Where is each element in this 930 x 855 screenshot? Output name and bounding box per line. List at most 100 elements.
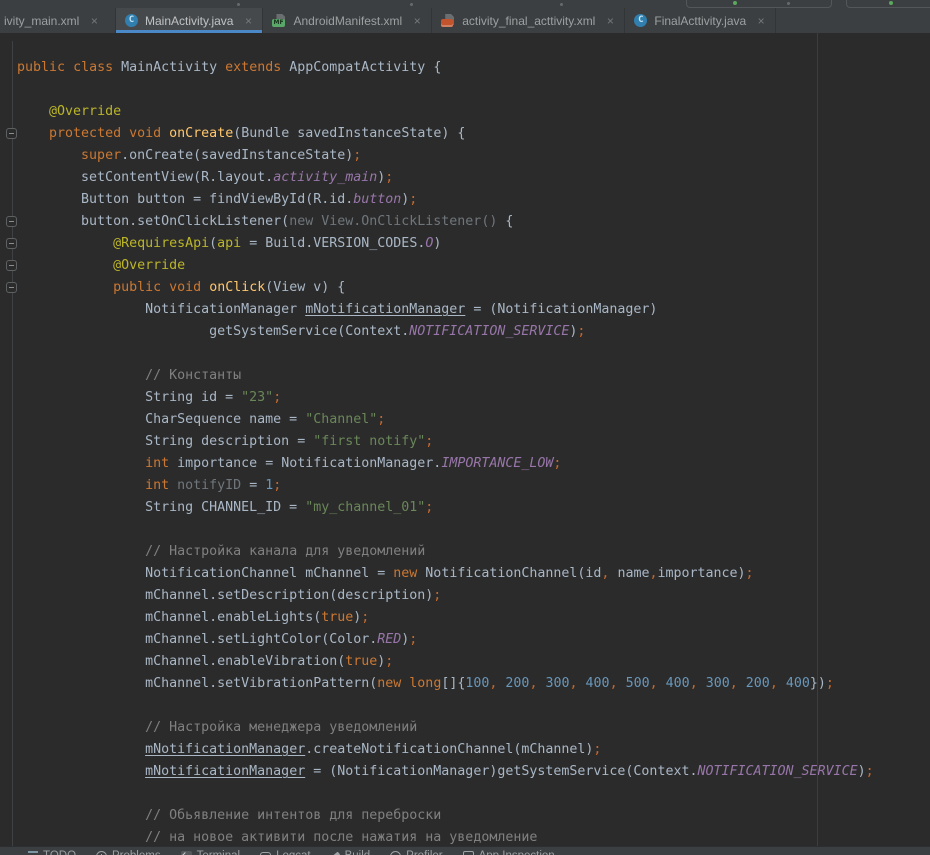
- code-token: @Override: [49, 104, 121, 119]
- code-token: [17, 830, 145, 845]
- toolwindow-label: Build: [345, 850, 371, 855]
- code-token: 400: [666, 676, 690, 691]
- code-line-9[interactable]: @RequiresApi(api = Build.VERSION_CODES.O…: [17, 233, 874, 255]
- tab-close-icon[interactable]: ×: [243, 15, 253, 27]
- editor-tab-FinalActtivity.java[interactable]: CFinalActtivity.java×: [625, 8, 776, 33]
- toolwindow-button-app-inspection[interactable]: App Inspection: [463, 850, 555, 855]
- code-line-24[interactable]: NotificationChannel mChannel = new Notif…: [17, 563, 874, 585]
- tab-label: MainActivity.java: [145, 14, 233, 28]
- code-line-6[interactable]: setContentView(R.layout.activity_main);: [17, 167, 874, 189]
- profiler-icon: [390, 851, 401, 855]
- code-line-20[interactable]: int notifyID = 1;: [17, 475, 874, 497]
- layout-xml-file-icon: [441, 14, 455, 27]
- editor-tab-MainActivity.java[interactable]: CMainActivity.java×: [116, 8, 263, 33]
- code-line-10[interactable]: @Override: [17, 255, 874, 277]
- code-fold-marker[interactable]: [6, 216, 17, 227]
- code-line-35[interactable]: // Обьявление интентов для переброски: [17, 805, 874, 827]
- toolwindow-button-profiler[interactable]: Profiler: [390, 850, 442, 855]
- code-token: = (NotificationManager)getSystemService(…: [305, 764, 697, 779]
- code-line-3[interactable]: @Override: [17, 101, 874, 123]
- code-line-21[interactable]: String CHANNEL_ID = "my_channel_01";: [17, 497, 874, 519]
- editor-tab-activity_final_acttivity.xml[interactable]: activity_final_acttivity.xml×: [432, 8, 625, 33]
- code-line-5[interactable]: super.onCreate(savedInstanceState);: [17, 145, 874, 167]
- code-token: ;: [425, 500, 433, 515]
- code-line-28[interactable]: mChannel.enableVibration(true);: [17, 651, 874, 673]
- code-fold-marker[interactable]: [6, 282, 17, 293]
- code-token: void: [169, 280, 201, 295]
- code-token: // на новое активити после нажатия на ув…: [145, 830, 537, 845]
- code-line-30[interactable]: [17, 695, 874, 717]
- device-selector-button[interactable]: [846, 0, 930, 8]
- code-line-32[interactable]: mNotificationManager.createNotificationC…: [17, 739, 874, 761]
- toolwindow-label: Problems: [112, 850, 161, 855]
- code-token: [161, 126, 169, 141]
- code-line-19[interactable]: int importance = NotificationManager.IMP…: [17, 453, 874, 475]
- code-line-12[interactable]: NotificationManager mNotificationManager…: [17, 299, 874, 321]
- toolwindow-button-logcat[interactable]: Logcat: [260, 850, 311, 855]
- code-line-33[interactable]: mNotificationManager = (NotificationMana…: [17, 761, 874, 783]
- toolwindow-button-problems[interactable]: Problems: [96, 850, 161, 855]
- code-token: ;: [433, 588, 441, 603]
- code-line-7[interactable]: Button button = findViewById(R.id.button…: [17, 189, 874, 211]
- code-line-25[interactable]: mChannel.setDescription(description);: [17, 585, 874, 607]
- code-token: mChannel.setVibrationPattern(: [17, 676, 377, 691]
- editor-tab-ivity_main.xml[interactable]: ivity_main.xml×: [0, 8, 116, 33]
- tab-close-icon[interactable]: ×: [605, 15, 615, 27]
- code-token: void: [129, 126, 161, 141]
- editor-tab-AndroidManifest.xml[interactable]: MFAndroidManifest.xml×: [263, 8, 432, 33]
- code-token: 300: [545, 676, 569, 691]
- toolwindow-label: Profiler: [406, 850, 442, 855]
- code-line-26[interactable]: mChannel.enableLights(true);: [17, 607, 874, 629]
- code-line-1[interactable]: public class MainActivity extends AppCom…: [17, 57, 874, 79]
- code-line-4[interactable]: protected void onCreate(Bundle savedInst…: [17, 123, 874, 145]
- code-line-8[interactable]: button.setOnClickListener(new View.OnCli…: [17, 211, 874, 233]
- code-token: [578, 676, 586, 691]
- code-token: =: [241, 478, 265, 493]
- toolwindow-button-build[interactable]: Build: [331, 850, 371, 855]
- code-line-16[interactable]: String id = "23";: [17, 387, 874, 409]
- code-token: [17, 544, 145, 559]
- code-token: true: [321, 610, 353, 625]
- code-token: mChannel.setDescription(description): [17, 588, 433, 603]
- code-token: NotificationChannel mChannel =: [17, 566, 393, 581]
- code-token: ;: [273, 478, 281, 493]
- code-line-27[interactable]: mChannel.setLightColor(Color.RED);: [17, 629, 874, 651]
- code-token: extends: [225, 60, 281, 75]
- code-line-11[interactable]: public void onClick(View v) {: [17, 277, 874, 299]
- code-line-14[interactable]: [17, 343, 874, 365]
- code-token: [698, 676, 706, 691]
- tab-close-icon[interactable]: ×: [89, 15, 99, 27]
- code-token: 100: [465, 676, 489, 691]
- code-line-23[interactable]: // Настройка канала для уведомлений: [17, 541, 874, 563]
- code-line-18[interactable]: String description = "first notify";: [17, 431, 874, 453]
- code-token: (: [209, 236, 217, 251]
- run-configuration-button[interactable]: [686, 0, 832, 8]
- code-token: AppCompatActivity {: [281, 60, 441, 75]
- code-line-17[interactable]: CharSequence name = "Channel";: [17, 409, 874, 431]
- code-fold-marker[interactable]: [6, 238, 17, 249]
- code-line-22[interactable]: [17, 519, 874, 541]
- code-token: [17, 126, 49, 141]
- code-line-36[interactable]: // на новое активити после нажатия на ув…: [17, 827, 874, 846]
- code-line-2[interactable]: [17, 79, 874, 101]
- code-area[interactable]: public class MainActivity extends AppCom…: [17, 57, 874, 846]
- code-fold-marker[interactable]: [6, 260, 17, 271]
- code-token: "23": [241, 390, 273, 405]
- code-token: ;: [385, 654, 393, 669]
- code-line-13[interactable]: getSystemService(Context.NOTIFICATION_SE…: [17, 321, 874, 343]
- tab-close-icon[interactable]: ×: [412, 15, 422, 27]
- toolwindow-button-terminal[interactable]: Terminal: [181, 850, 240, 855]
- tab-close-icon[interactable]: ×: [756, 15, 766, 27]
- code-line-34[interactable]: [17, 783, 874, 805]
- code-line-29[interactable]: mChannel.setVibrationPattern(new long[]{…: [17, 673, 874, 695]
- code-fold-marker[interactable]: [6, 128, 17, 139]
- toolwindow-label: Terminal: [197, 850, 240, 855]
- code-token: String description =: [17, 434, 313, 449]
- code-token: ;: [577, 324, 585, 339]
- code-line-15[interactable]: // Константы: [17, 365, 874, 387]
- code-token: [778, 676, 786, 691]
- toolwindow-button-todo[interactable]: TODO: [28, 850, 76, 855]
- code-line-31[interactable]: // Настройка менеджера уведомлений: [17, 717, 874, 739]
- code-token: [618, 676, 626, 691]
- code-editor[interactable]: public class MainActivity extends AppCom…: [0, 33, 930, 846]
